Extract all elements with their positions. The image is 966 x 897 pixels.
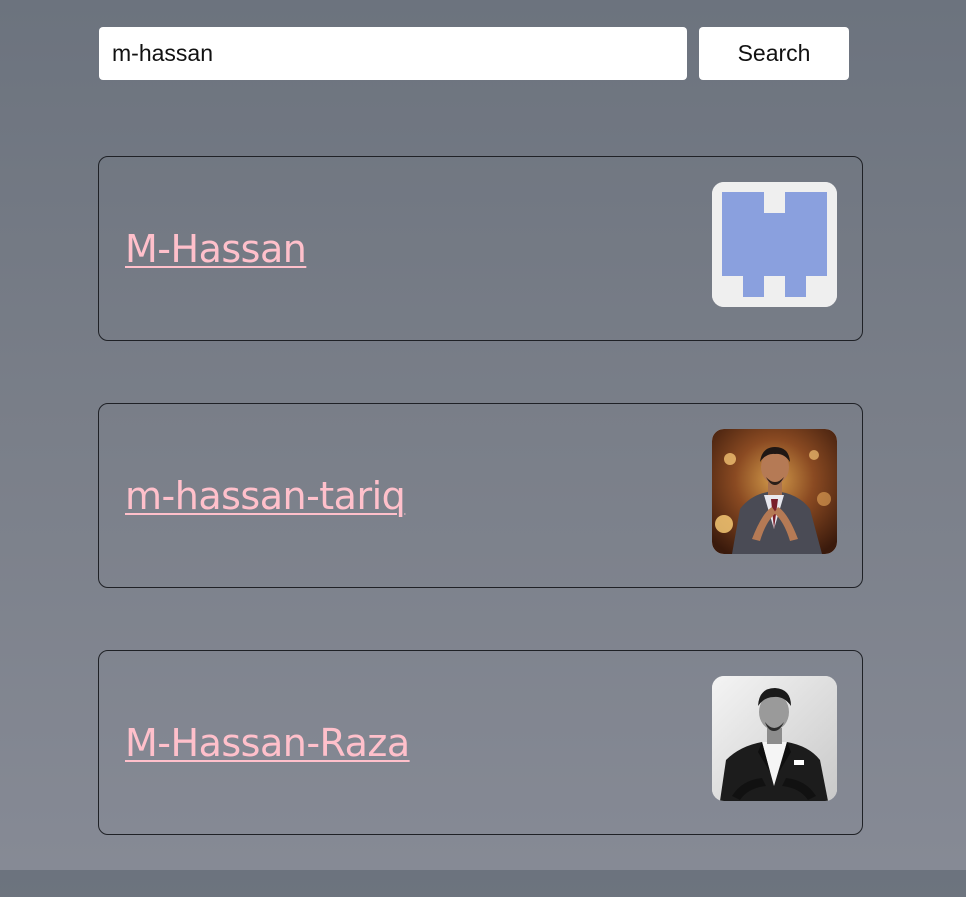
search-button[interactable]: Search xyxy=(699,27,849,80)
user-card: m-hassan-tariq xyxy=(98,403,863,588)
user-link[interactable]: m-hassan-tariq xyxy=(125,474,406,518)
user-card: M-Hassan xyxy=(98,156,863,341)
man-in-suit-photo xyxy=(712,429,837,554)
identicon-image xyxy=(712,182,837,307)
man-in-suit-photo-grayscale xyxy=(712,676,837,801)
identicon-avatar xyxy=(712,182,837,307)
user-link[interactable]: M-Hassan-Raza xyxy=(125,721,410,765)
photo-avatar xyxy=(712,676,837,801)
user-card: M-Hassan-Raza xyxy=(98,650,863,835)
results-list: M-Hassan m-hassan-tariq M-Hassan-Raza xyxy=(98,156,863,897)
search-bar: Search xyxy=(99,27,849,80)
search-input[interactable] xyxy=(99,27,687,80)
user-link[interactable]: M-Hassan xyxy=(125,227,307,271)
photo-avatar xyxy=(712,429,837,554)
